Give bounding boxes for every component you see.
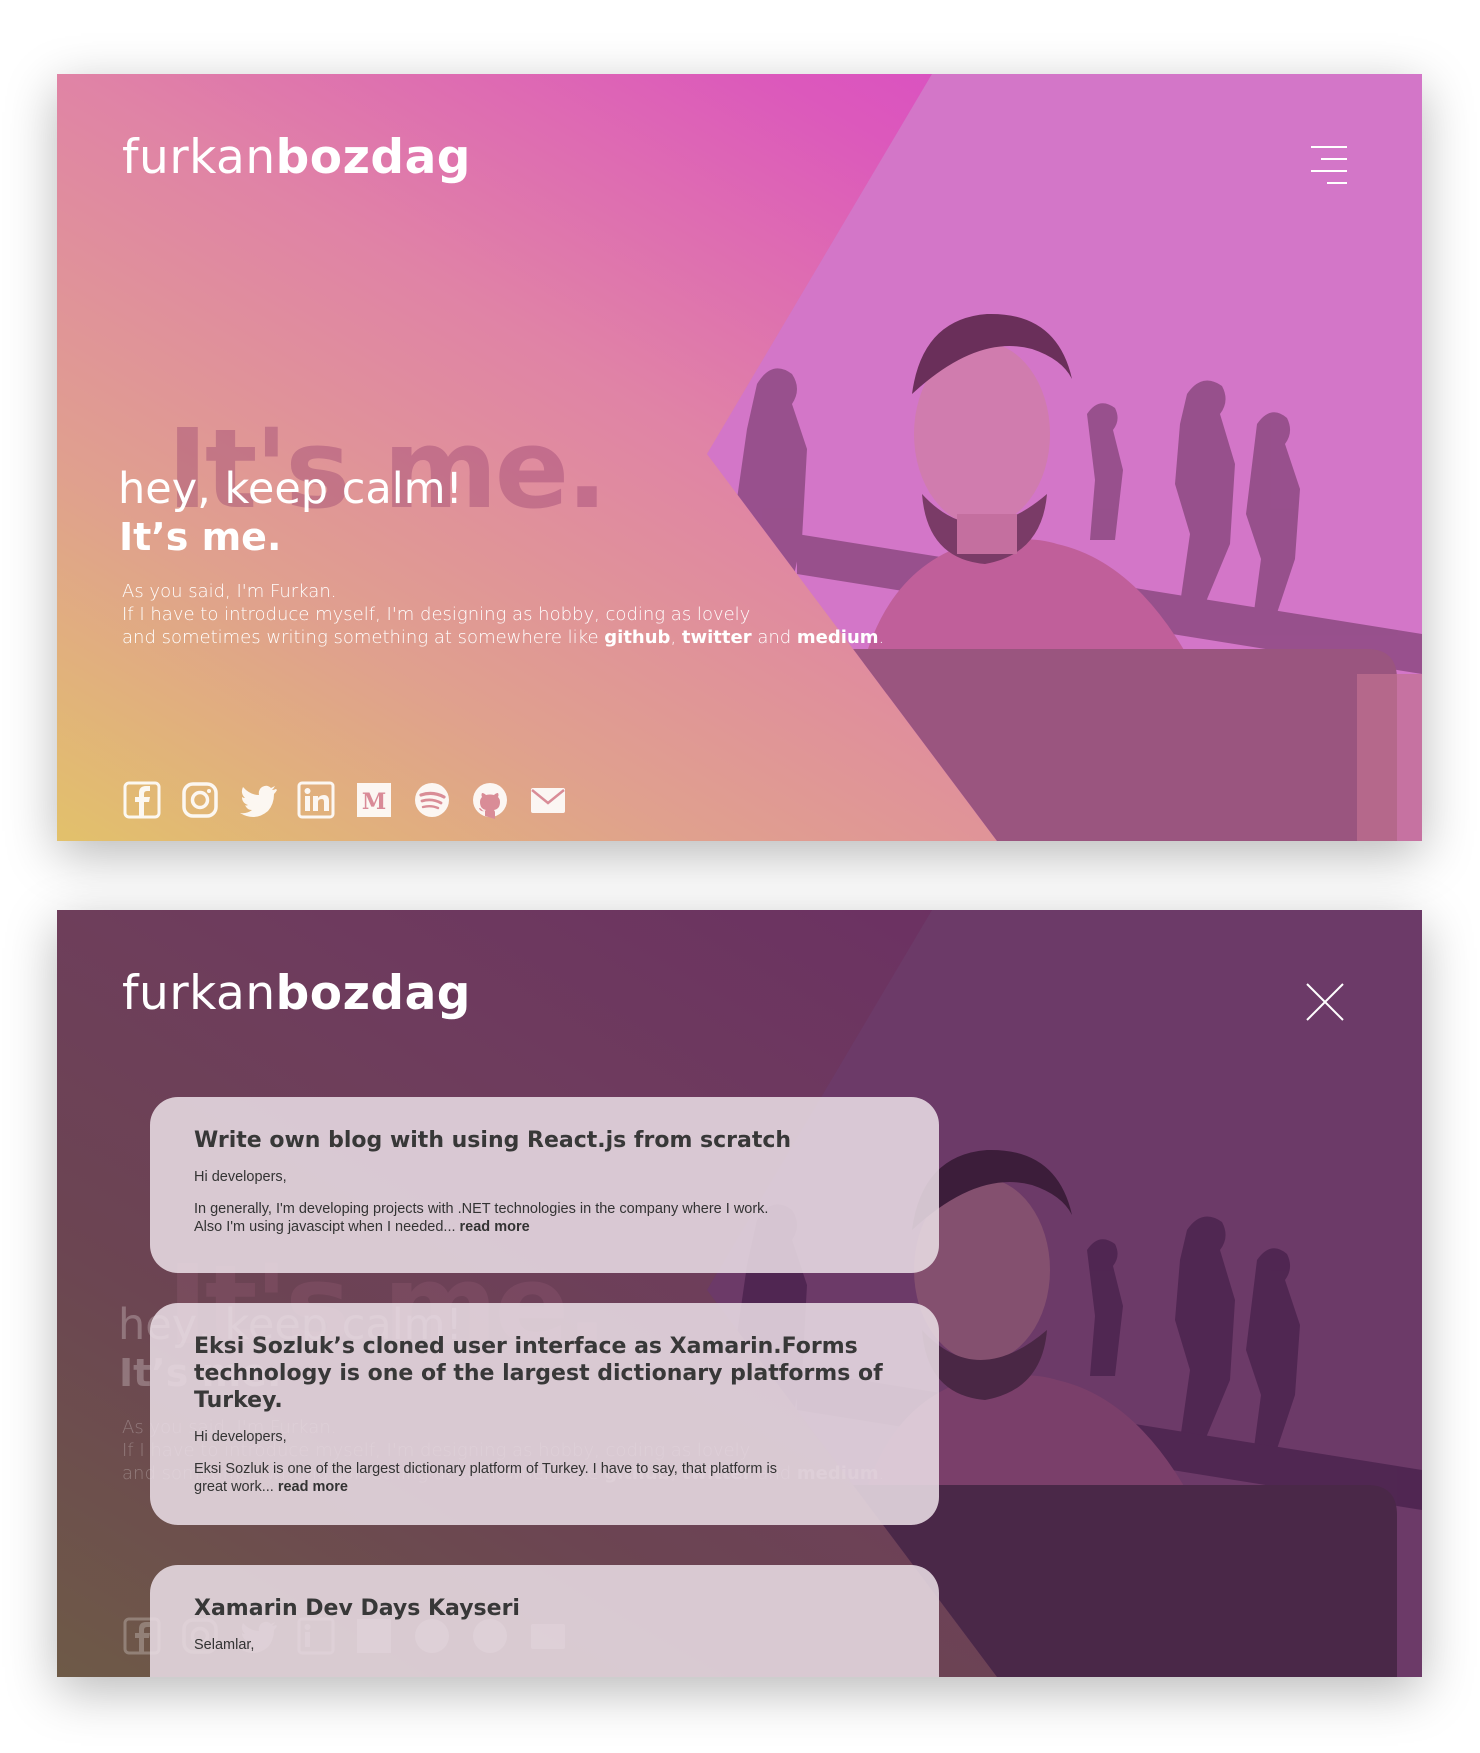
github-icon[interactable]: [470, 780, 510, 820]
post-greeting: Selamlar,: [194, 1637, 255, 1653]
instagram-icon[interactable]: [180, 780, 220, 820]
excerpt-line: Also I'm using javascipt when I needed..…: [194, 1219, 460, 1235]
medium-link[interactable]: medium: [797, 627, 879, 648]
close-icon[interactable]: [1305, 982, 1345, 1022]
intro-line: If I have to introduce myself, I'm desig…: [122, 604, 751, 625]
landing-screen: furkanbozdag It's me. hey, keep calm! It…: [57, 74, 1422, 841]
excerpt-line: Eksi Sozluk is one of the largest dictio…: [194, 1461, 777, 1477]
separator: and: [751, 627, 797, 648]
post-greeting: Hi developers,: [194, 1169, 287, 1185]
logo-first-name: furkan: [122, 130, 276, 185]
social-links: M: [122, 780, 568, 820]
period: .: [878, 627, 885, 648]
post-excerpt: Eksi Sozluk is one of the largest dictio…: [194, 1460, 895, 1496]
linkedin-icon[interactable]: [296, 780, 336, 820]
excerpt-line: great work...: [194, 1479, 278, 1495]
separator: ,: [670, 627, 682, 648]
site-logo[interactable]: furkanbozdag: [122, 970, 471, 1017]
read-more-link[interactable]: read more: [460, 1219, 530, 1235]
logo-last-name: bozdag: [275, 130, 471, 185]
twitter-icon[interactable]: [238, 780, 278, 820]
post-excerpt: In generally, I'm developing projects wi…: [194, 1200, 895, 1236]
site-logo[interactable]: furkanbozdag: [122, 134, 471, 181]
mail-icon[interactable]: [528, 780, 568, 820]
excerpt-line: In generally, I'm developing projects wi…: [194, 1201, 769, 1217]
post-greeting: Hi developers,: [194, 1429, 287, 1445]
intro-line: and sometimes writing something at somew…: [122, 626, 884, 649]
blog-post-card[interactable]: Xamarin Dev Days Kayseri Selamlar,: [150, 1565, 939, 1677]
post-title: Eksi Sozluk’s cloned user interface as X…: [194, 1334, 883, 1413]
twitter-link[interactable]: twitter: [682, 627, 752, 648]
hero-greeting: hey, keep calm!: [118, 464, 463, 514]
hamburger-menu-icon[interactable]: [1307, 144, 1347, 188]
logo-last-name: bozdag: [275, 966, 471, 1021]
spotify-icon[interactable]: [412, 780, 452, 820]
facebook-icon[interactable]: [122, 780, 162, 820]
blog-post-card[interactable]: Write own blog with using React.js from …: [150, 1097, 939, 1273]
medium-icon[interactable]: M: [354, 780, 394, 820]
intro-line-text: and sometimes writing something at somew…: [122, 627, 605, 648]
post-title: Xamarin Dev Days Kayseri: [194, 1596, 520, 1621]
blog-post-card[interactable]: Eksi Sozluk’s cloned user interface as X…: [150, 1303, 939, 1525]
hero-headline: It’s me.: [119, 515, 282, 559]
intro-text: As you said, I'm Furkan. If I have to in…: [122, 580, 884, 649]
logo-first-name: furkan: [122, 966, 276, 1021]
intro-line: As you said, I'm Furkan.: [122, 581, 337, 602]
svg-text:M: M: [362, 789, 386, 815]
post-title: Write own blog with using React.js from …: [194, 1128, 792, 1153]
github-link[interactable]: github: [604, 627, 670, 648]
blog-menu-screen: furkanbozdag It's me. hey, keep calm! It…: [57, 910, 1422, 1677]
read-more-link[interactable]: read more: [278, 1479, 348, 1495]
